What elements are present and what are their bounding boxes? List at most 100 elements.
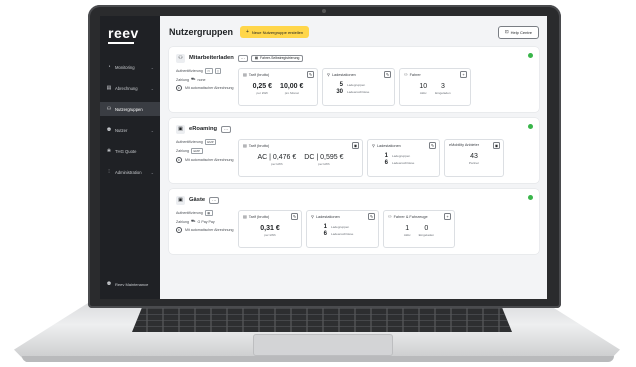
tariff-values: AC | 0,476 € per kWh DC | 0,595 € per kW…: [243, 154, 358, 166]
edit-tariff-button[interactable]: ✎: [291, 213, 298, 220]
plus-icon: +: [462, 72, 465, 77]
tariff-values: 0,25 € per kWh 10,00 € pro Monat: [243, 83, 313, 95]
auto-billing: € Mit automatischer Abrechnung: [176, 157, 234, 163]
drivers-invited: 0 Eingeladen: [419, 225, 434, 237]
sidebar-item-label: THG Quote: [115, 148, 137, 154]
invoice-icon: ▤: [106, 85, 112, 91]
stations-title: Ladestationen: [331, 72, 356, 77]
sidebar-item-label: Nutzergruppen: [115, 106, 143, 112]
reev-logo[interactable]: reev: [100, 16, 160, 41]
tariff-ac: AC | 0,476 € per kWh: [258, 154, 297, 166]
tariff-energy-unit: per kWh: [264, 233, 276, 237]
drivers-header: ⚇ Fahrer: [404, 72, 466, 77]
group-body: Authentifizierung ▭ ▯ Zahlung ⛟ none € M…: [176, 68, 532, 106]
tariff-dc-value: DC | 0,595 €: [304, 154, 344, 161]
logo-underline: [108, 42, 134, 44]
edit-stations-button[interactable]: ✎: [384, 71, 391, 78]
auth-label: Authentifizierung: [176, 211, 203, 215]
group-menu-button[interactable]: ···: [237, 54, 248, 62]
tariff-dc: DC | 0,595 € per kWh: [304, 154, 343, 166]
payment-value: G Pay Pay: [197, 219, 215, 224]
payment-row: Zahlung ⛟ G Pay Pay: [176, 219, 234, 224]
edit-stations-button[interactable]: ✎: [429, 142, 436, 149]
group-name: Gäste: [189, 197, 206, 203]
user-icon: ⚉: [106, 127, 112, 133]
providers-values: 43 Partner: [449, 153, 499, 165]
tariff-header: ▤ Tarif (brutto): [243, 72, 313, 77]
laptop-trackpad: [253, 334, 393, 356]
tariff-monthly-unit: pro Monat: [284, 91, 299, 95]
charging-groups-count: 1: [323, 224, 327, 230]
tariff-header: ▤ Tarif (brutto): [243, 143, 358, 148]
pencil-icon: ✎: [308, 72, 313, 77]
chevron-down-icon: ⌄: [150, 64, 154, 70]
group-card-gaeste[interactable]: ▣ Gäste ··· Authentifizierung ▦ Zahlung …: [169, 189, 539, 254]
tariff-energy-value: 0,25 €: [252, 83, 273, 90]
sidebar-nav: ◔ Monitoring ⌄ ▤ Abrechnung ⌄ ⚇ Nutzergr…: [100, 60, 160, 179]
sidebar-item-label: Monitoring: [115, 64, 135, 70]
stations-card: ⚲ Ladestationen ✎ 5 Ladegruppen 30 Ladea…: [322, 68, 395, 106]
pencil-icon: ✎: [385, 72, 390, 77]
chevron-down-icon: ⌄: [150, 127, 154, 133]
sidebar-footer-account[interactable]: ⚉ Reev Maintenance: [106, 281, 149, 287]
tariff-monthly-value: 10,00 €: [280, 83, 304, 90]
auto-billing-label: Mit automatischer Abrechnung: [185, 227, 234, 232]
drivers-invited-count: 0: [424, 225, 429, 232]
stations-header: ⚲ Ladestationen: [311, 214, 374, 219]
providers-header: eMobility Anbieter: [449, 143, 499, 147]
group-header: ▣ eRoaming ···: [176, 124, 532, 134]
page-title: Nutzergruppen: [169, 27, 233, 37]
drivers-invited-label: Eingeladen: [435, 91, 451, 95]
group-body: Authentifizierung EMP Zahlung EMP € Mit …: [176, 139, 532, 177]
monitor-icon: ◔: [107, 64, 111, 70]
drivers-invited-count: 3: [440, 83, 445, 90]
connectors-row: 30 Ladeanschlüsse: [333, 89, 390, 95]
tag-label: Fahrer-Selbstregistrierung: [260, 55, 300, 60]
group-card-mitarbeiterladen[interactable]: ⚇ Mitarbeiterladen ··· ▦ Fahrer-Selbstre…: [169, 47, 539, 112]
sidebar-item-monitoring[interactable]: ◔ Monitoring ⌄: [100, 60, 160, 74]
drivers-title: Fahrer: [409, 72, 421, 77]
status-indicator: [528, 53, 533, 58]
sidebar-item-nutzergruppen[interactable]: ⚇ Nutzergruppen: [100, 102, 160, 116]
chevron-down-icon: ⌄: [150, 85, 154, 91]
payment-value: none: [197, 77, 206, 82]
drivers-invited: 3 Eingeladen: [435, 83, 450, 95]
edit-stations-button[interactable]: ✎: [368, 213, 375, 220]
view-tariff-button[interactable]: ◉: [352, 142, 359, 149]
group-icon: ⚇: [176, 53, 185, 63]
tariff-energy: 0,25 € per kWh: [253, 83, 272, 95]
billing-icon: €: [176, 227, 182, 233]
payment-row: Zahlung EMP: [176, 148, 234, 154]
connectors-count: 30: [336, 89, 343, 95]
tariff-title: Tarif (brutto): [248, 72, 270, 77]
tariff-dc-unit: per kWh: [318, 162, 330, 166]
edit-tariff-button[interactable]: ✎: [307, 71, 314, 78]
users-icon: ⚇: [388, 214, 392, 219]
leaf-icon: ❀: [106, 148, 112, 154]
sidebar-item-thg-quote[interactable]: ❀ THG Quote: [100, 144, 160, 158]
help-centre-button[interactable]: ⊡ Help Centre: [497, 25, 539, 39]
pencil-icon: ✎: [292, 214, 297, 219]
add-driver-button[interactable]: +: [444, 213, 451, 220]
add-driver-button[interactable]: +: [460, 71, 467, 78]
create-user-group-button[interactable]: + Neue Nutzergruppe erstellen: [240, 26, 310, 38]
group-menu-button[interactable]: ···: [209, 196, 220, 204]
payment-icon: ⛟: [191, 219, 196, 223]
drivers-title: Fahrer & Fahrzeuge: [393, 214, 428, 219]
sidebar-item-nutzer[interactable]: ⚉ Nutzer ⌄: [100, 123, 160, 137]
status-indicator: [528, 124, 533, 129]
drivers-active-count: 10: [419, 83, 428, 90]
drivers-active-count: 1: [405, 225, 410, 232]
sidebar-item-label: Abrechnung: [115, 85, 138, 91]
tariff-values: 0,31 € per kWh: [243, 225, 297, 237]
group-menu-button[interactable]: ···: [221, 125, 232, 133]
charging-groups-label: Ladegruppen: [331, 225, 350, 229]
charging-groups-row: 5 Ladegruppen: [333, 82, 390, 88]
group-card-eroaming[interactable]: ▣ eRoaming ··· Authentifizierung EMP Zah…: [169, 118, 539, 183]
view-providers-button[interactable]: ◉: [493, 142, 500, 149]
sidebar-item-administration[interactable]: ⫶ Administration ⌄: [100, 165, 160, 179]
sidebar-item-abrechnung[interactable]: ▤ Abrechnung ⌄: [100, 81, 160, 95]
sidebar: reev ◔ Monitoring ⌄ ▤ Abrechnung ⌄ ⚇ Nut…: [100, 16, 160, 299]
plus-icon: +: [246, 29, 249, 35]
payment-label: Zahlung: [176, 149, 189, 153]
